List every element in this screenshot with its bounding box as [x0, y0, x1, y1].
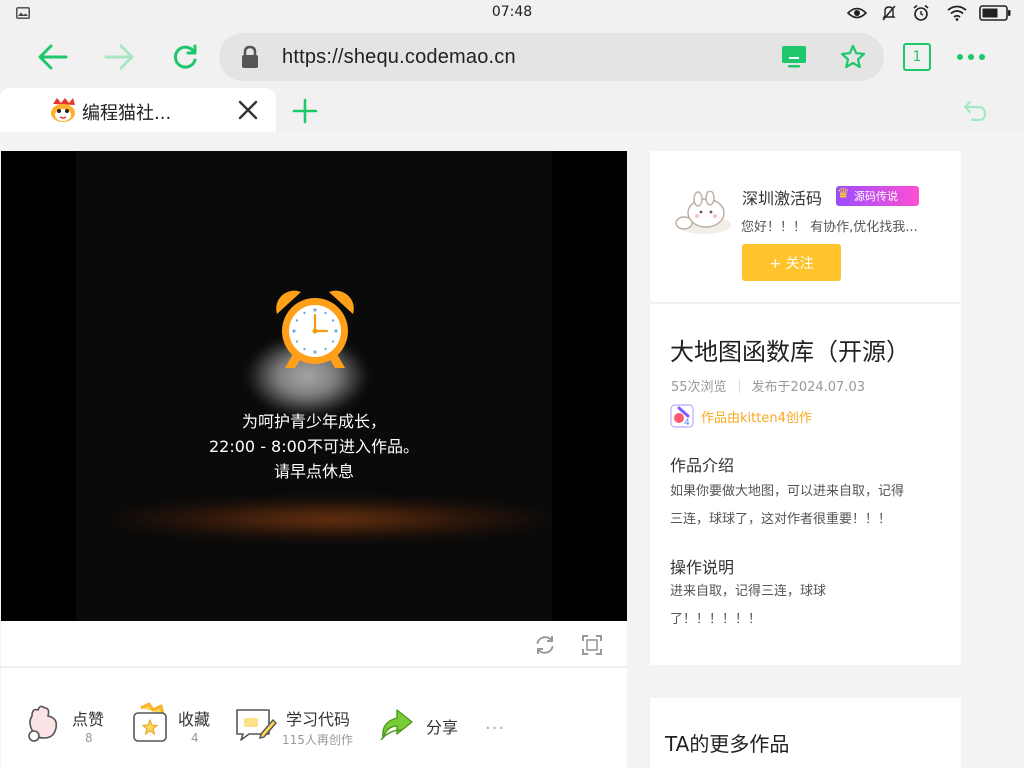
- learn-code-button[interactable]: 学习代码 115人再创作: [235, 702, 365, 752]
- player-controls: [1, 621, 627, 667]
- fullscreen-icon[interactable]: [580, 633, 604, 657]
- rest-message-line: 22:00 - 8:00不可进入作品。: [209, 437, 419, 456]
- kitten4-icon: 4: [670, 404, 694, 428]
- author-badge-label: 源码传说: [854, 190, 898, 203]
- author-card: 深圳激活码 ♛ 源码传说 您好！！！ 有协作,优化找我... + 关注: [650, 151, 961, 303]
- rest-message-line: 请早点休息: [273, 462, 354, 481]
- rest-message: 为呵护青少年成长， 22:00 - 8:00不可进入作品。 请早点休息: [1, 409, 627, 484]
- ops-line: 了！！！！！！: [670, 612, 762, 627]
- intro-heading: 作品介绍: [670, 456, 735, 475]
- work-meta: 55次浏览 发布于2024.07.03: [671, 376, 865, 395]
- author-signature: 您好！！！ 有协作,优化找我...: [741, 220, 918, 235]
- meta-divider: [738, 378, 740, 393]
- crown-icon: ♛: [837, 186, 850, 202]
- made-by-kitten4[interactable]: 作品由kitten4创作: [701, 407, 812, 426]
- work-player[interactable]: 为呵护青少年成长， 22:00 - 8:00不可进入作品。 请早点休息: [1, 151, 627, 621]
- alarm-clock-icon: [276, 290, 354, 368]
- ops-line: 进来自取，记得三连，球球: [670, 584, 827, 599]
- collect-count: 4: [191, 731, 199, 745]
- alarm-icon: [911, 4, 931, 22]
- eye-icon: [846, 4, 868, 22]
- intro-text: 如果你要做大地图，可以进来自取，记得 三连，球球了，这对作者很重要！！！: [670, 478, 904, 534]
- ops-text: 进来自取，记得三连，球球 了！！！！！！: [670, 578, 826, 634]
- tab-count-button[interactable]: 1: [903, 43, 931, 71]
- like-hand-icon: [28, 705, 58, 742]
- forward-arrow-icon[interactable]: [100, 38, 138, 76]
- learn-code-count: 115人再创作: [282, 733, 353, 747]
- status-time: 07:48: [491, 4, 533, 20]
- learn-code-icon: [236, 709, 277, 741]
- collect-basket-icon: [133, 702, 167, 742]
- tab-bar: 编程猫社...: [0, 88, 1024, 132]
- tab-title: 编程猫社...: [82, 103, 172, 124]
- collect-button[interactable]: 收藏 4: [131, 702, 221, 752]
- more-works-card: TA的更多作品: [650, 698, 961, 768]
- work-title: 大地图函数库（开源）: [670, 338, 910, 366]
- star-bookmark-icon[interactable]: [839, 44, 867, 70]
- work-info-card: 大地图函数库（开源） 55次浏览 发布于2024.07.03 4 作品由kitt…: [650, 304, 961, 665]
- view-count: 55次浏览: [671, 380, 727, 395]
- author-avatar[interactable]: [674, 191, 732, 235]
- new-tab-icon[interactable]: [290, 96, 320, 126]
- battery-icon: [978, 4, 1012, 22]
- address-bar[interactable]: https://shequ.codemao.cn: [219, 33, 884, 81]
- like-label: 点赞: [72, 710, 105, 729]
- status-bar: 07:48: [0, 0, 1024, 26]
- share-button[interactable]: 分享: [379, 702, 469, 752]
- intro-line: 如果你要做大地图，可以进来自取，记得: [670, 484, 905, 499]
- codemao-logo-icon: [48, 96, 78, 124]
- like-button[interactable]: 点赞 8: [24, 702, 114, 752]
- back-arrow-icon[interactable]: [34, 38, 72, 76]
- url-text[interactable]: https://shequ.codemao.cn: [282, 46, 516, 69]
- publish-date: 发布于2024.07.03: [751, 380, 865, 395]
- svg-text:4: 4: [684, 418, 690, 428]
- mute-icon: [880, 4, 898, 22]
- close-tab-icon[interactable]: [236, 98, 260, 122]
- intro-line: 三连，球球了，这对作者很重要！！！: [670, 512, 892, 527]
- restart-icon[interactable]: [533, 633, 557, 657]
- browser-toolbar: https://shequ.codemao.cn 1: [0, 26, 1024, 88]
- work-actions: 点赞 8 收藏 4 学习代码 115人再创作 分享 ···: [1, 668, 627, 768]
- more-actions-icon[interactable]: ···: [485, 718, 505, 739]
- more-menu-icon[interactable]: [954, 44, 988, 70]
- collect-label: 收藏: [178, 710, 211, 729]
- wifi-icon: [946, 4, 968, 22]
- rest-message-line: 为呵护青少年成长，: [241, 412, 386, 431]
- learn-code-label: 学习代码: [286, 710, 351, 729]
- author-badge: ♛ 源码传说: [836, 186, 919, 206]
- refresh-icon[interactable]: [166, 38, 204, 76]
- share-label: 分享: [426, 718, 459, 737]
- follow-button[interactable]: + 关注: [742, 244, 841, 281]
- like-count: 8: [85, 731, 93, 745]
- ops-heading: 操作说明: [670, 558, 735, 577]
- author-name[interactable]: 深圳激活码: [742, 185, 822, 209]
- share-arrow-icon: [380, 709, 413, 741]
- page-content: 为呵护青少年成长， 22:00 - 8:00不可进入作品。 请早点休息 点赞 8: [0, 132, 1024, 768]
- active-tab[interactable]: 编程猫社...: [0, 88, 276, 132]
- tv-mode-icon[interactable]: [780, 44, 808, 70]
- blurred-text: [111, 499, 551, 539]
- more-works-title: TA的更多作品: [665, 732, 790, 756]
- undo-close-icon[interactable]: [960, 96, 990, 126]
- lock-icon: [238, 45, 262, 69]
